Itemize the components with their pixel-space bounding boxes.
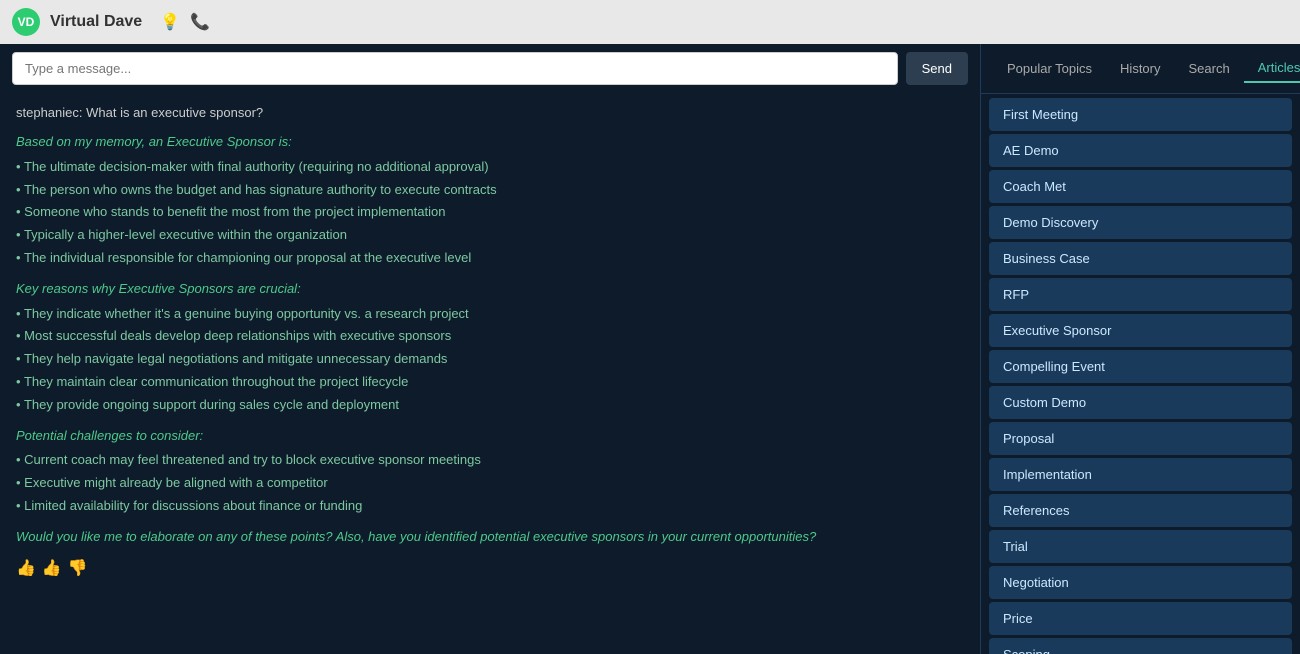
section3-header: Potential challenges to consider: xyxy=(16,426,964,447)
bot-response: Based on my memory, an Executive Sponsor… xyxy=(16,132,964,581)
main-layout: Send stephaniec: What is an executive sp… xyxy=(0,44,1300,654)
topic-implementation[interactable]: Implementation xyxy=(989,458,1292,491)
app-title: Virtual Dave xyxy=(50,13,142,31)
list-item: Executive might already be aligned with … xyxy=(16,473,964,494)
sidebar: Popular Topics History Search Articles F… xyxy=(980,44,1300,654)
sidebar-nav-articles[interactable]: Articles xyxy=(1244,54,1300,83)
topic-coach-met[interactable]: Coach Met xyxy=(989,170,1292,203)
sidebar-topics-list: First Meeting AE Demo Coach Met Demo Dis… xyxy=(981,94,1300,654)
chat-area: Send stephaniec: What is an executive sp… xyxy=(0,44,980,654)
topic-custom-demo[interactable]: Custom Demo xyxy=(989,386,1292,419)
closing-question: Would you like me to elaborate on any of… xyxy=(16,527,964,548)
send-button[interactable]: Send xyxy=(906,52,968,85)
bot-intro-list: The ultimate decision-maker with final a… xyxy=(16,157,964,269)
list-item: They help navigate legal negotiations an… xyxy=(16,349,964,370)
topic-proposal[interactable]: Proposal xyxy=(989,422,1292,455)
topic-ae-demo[interactable]: AE Demo xyxy=(989,134,1292,167)
topic-scoping[interactable]: Scoping xyxy=(989,638,1292,654)
user-name: stephaniec: xyxy=(16,105,83,120)
user-message: stephaniec: What is an executive sponsor… xyxy=(16,105,964,120)
topic-negotiation[interactable]: Negotiation xyxy=(989,566,1292,599)
sidebar-nav: Popular Topics History Search Articles xyxy=(981,44,1300,94)
list-item: Most successful deals develop deep relat… xyxy=(16,326,964,347)
thumbs-down-icon[interactable]: 👎 xyxy=(68,556,88,582)
list-item: Someone who stands to benefit the most f… xyxy=(16,202,964,223)
bot-intro: Based on my memory, an Executive Sponsor… xyxy=(16,132,964,153)
topic-first-meeting[interactable]: First Meeting xyxy=(989,98,1292,131)
topic-compelling-event[interactable]: Compelling Event xyxy=(989,350,1292,383)
list-item: They indicate whether it's a genuine buy… xyxy=(16,304,964,325)
app-logo: VD xyxy=(12,8,40,36)
topic-demo-discovery[interactable]: Demo Discovery xyxy=(989,206,1292,239)
list-item: The individual responsible for championi… xyxy=(16,248,964,269)
app-header: VD Virtual Dave 💡 📞 xyxy=(0,0,1300,44)
chat-messages: stephaniec: What is an executive sponsor… xyxy=(0,93,980,654)
chat-input-bar: Send xyxy=(0,44,980,93)
topic-references[interactable]: References xyxy=(989,494,1292,527)
sidebar-nav-history[interactable]: History xyxy=(1106,55,1174,82)
list-item: Limited availability for discussions abo… xyxy=(16,496,964,517)
thumbs-up-icon[interactable]: 👍 xyxy=(42,556,62,582)
user-question: What is an executive sponsor? xyxy=(86,105,263,120)
topic-rfp[interactable]: RFP xyxy=(989,278,1292,311)
header-icons: 💡 📞 xyxy=(160,12,210,32)
sidebar-nav-popular-topics[interactable]: Popular Topics xyxy=(993,55,1106,82)
topic-executive-sponsor[interactable]: Executive Sponsor xyxy=(989,314,1292,347)
list-item: They provide ongoing support during sale… xyxy=(16,395,964,416)
phone-icon[interactable]: 📞 xyxy=(190,12,210,32)
thumbs-up-filled-icon[interactable]: 👍 xyxy=(16,556,36,582)
topic-business-case[interactable]: Business Case xyxy=(989,242,1292,275)
section3-list: Current coach may feel threatened and tr… xyxy=(16,450,964,516)
topic-price[interactable]: Price xyxy=(989,602,1292,635)
list-item: The ultimate decision-maker with final a… xyxy=(16,157,964,178)
list-item: The person who owns the budget and has s… xyxy=(16,180,964,201)
topic-trial[interactable]: Trial xyxy=(989,530,1292,563)
chat-input[interactable] xyxy=(12,52,898,85)
feedback-icons: 👍 👍 👎 xyxy=(16,556,964,582)
logo-initials: VD xyxy=(18,15,35,29)
sidebar-nav-search[interactable]: Search xyxy=(1175,55,1244,82)
section2-list: They indicate whether it's a genuine buy… xyxy=(16,304,964,416)
section2-header: Key reasons why Executive Sponsors are c… xyxy=(16,279,964,300)
lightbulb-icon[interactable]: 💡 xyxy=(160,12,180,32)
list-item: Current coach may feel threatened and tr… xyxy=(16,450,964,471)
list-item: Typically a higher-level executive withi… xyxy=(16,225,964,246)
list-item: They maintain clear communication throug… xyxy=(16,372,964,393)
